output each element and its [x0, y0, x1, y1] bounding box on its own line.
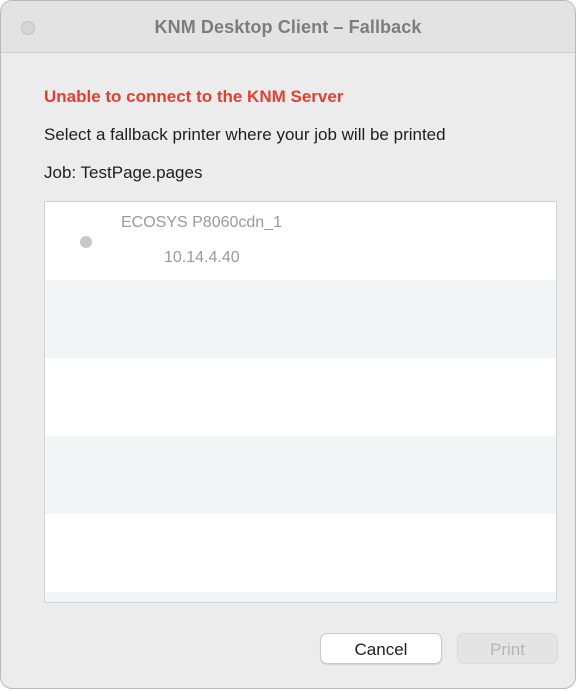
empty-list-row: [45, 280, 556, 358]
empty-list-row: [45, 592, 556, 602]
cancel-button[interactable]: Cancel: [320, 633, 442, 664]
print-button[interactable]: Print: [457, 633, 558, 664]
job-name: Job: TestPage.pages: [44, 163, 203, 182]
instruction-text: Select a fallback printer where your job…: [44, 125, 446, 144]
fallback-dialog-window: KNM Desktop Client – Fallback Unable to …: [0, 0, 576, 689]
error-message: Unable to connect to the KNM Server: [44, 87, 344, 106]
empty-list-row: [45, 436, 556, 514]
printer-ip-address: 10.14.4.40: [164, 249, 240, 266]
printer-list[interactable]: ECOSYS P8060cdn_1 10.14.4.40: [44, 201, 557, 603]
printer-row[interactable]: ECOSYS P8060cdn_1 10.14.4.40: [45, 202, 556, 280]
window-title: KNM Desktop Client – Fallback: [154, 17, 422, 37]
printer-radio-button[interactable]: [80, 236, 92, 248]
empty-list-row: [45, 514, 556, 592]
title-bar: KNM Desktop Client – Fallback: [1, 1, 575, 53]
empty-list-row: [45, 358, 556, 436]
printer-name: ECOSYS P8060cdn_1: [121, 214, 282, 231]
